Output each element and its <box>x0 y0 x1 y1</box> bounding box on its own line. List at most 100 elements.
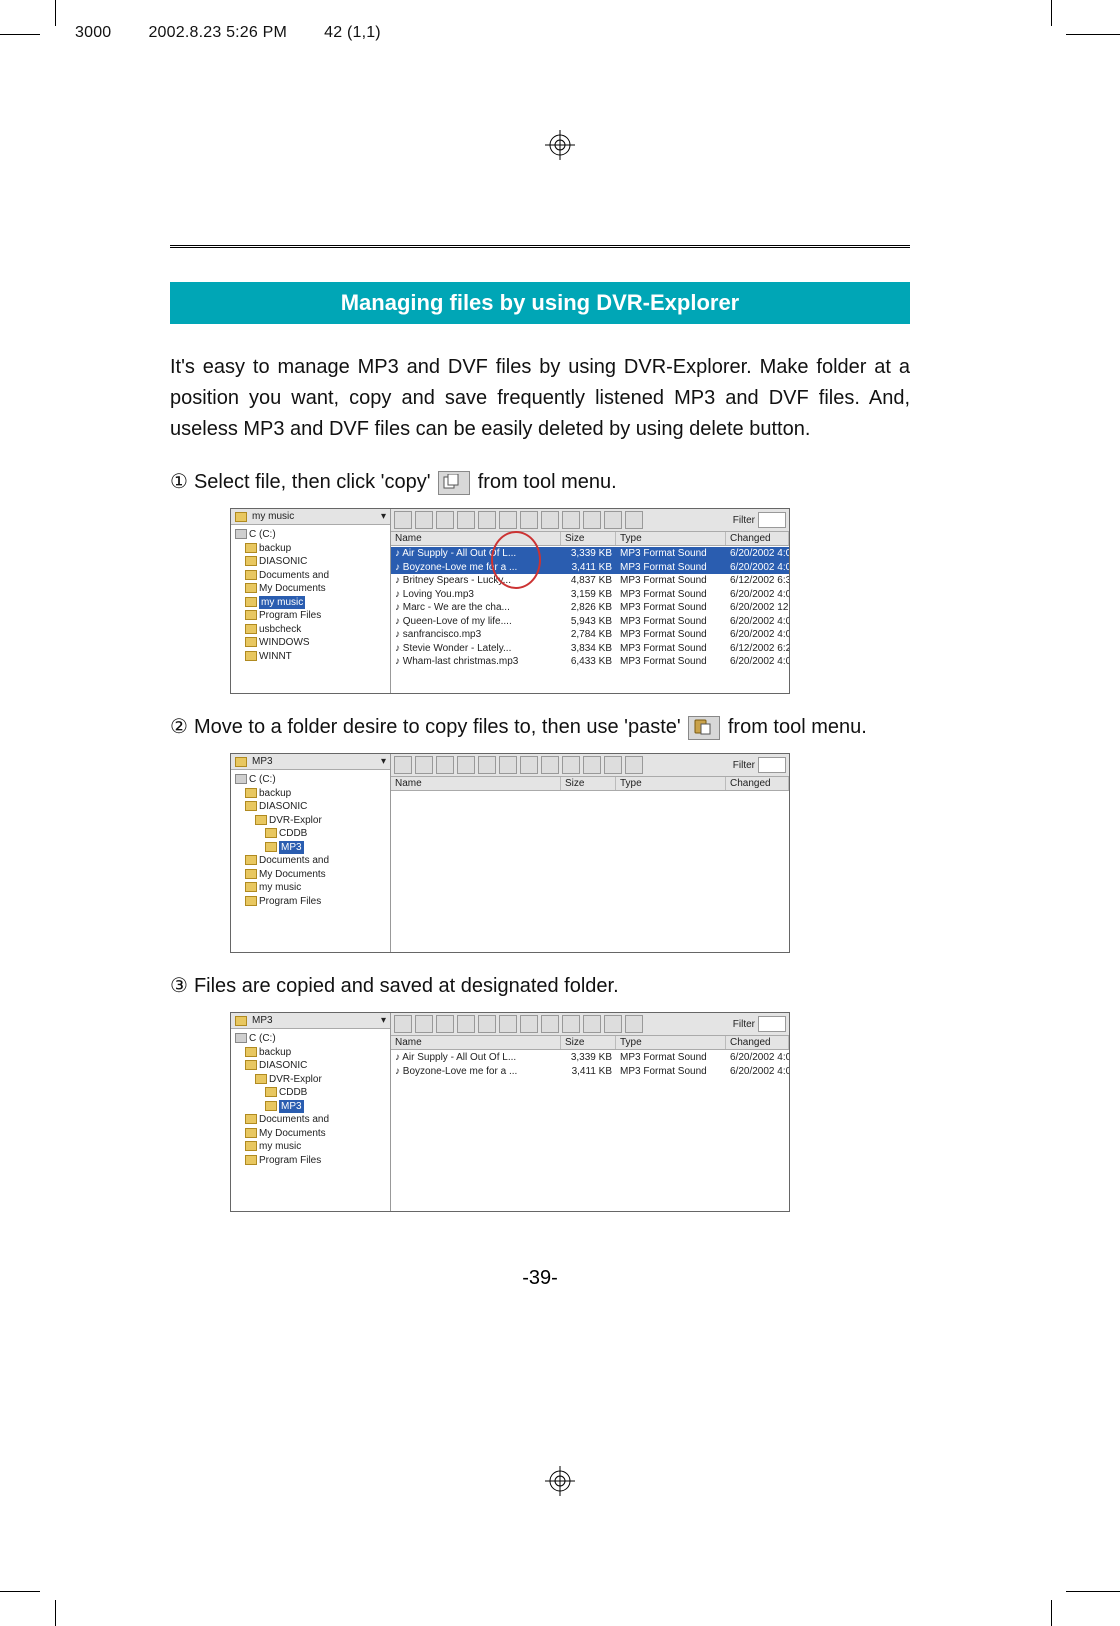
tree-node[interactable]: C (C:) <box>235 1032 386 1046</box>
toolbar-button[interactable] <box>583 756 601 774</box>
tree-node[interactable]: DIASONIC <box>235 1059 386 1073</box>
column-header-type[interactable]: Type <box>616 1036 726 1049</box>
toolbar-button[interactable] <box>520 756 538 774</box>
toolbar-button[interactable] <box>604 1015 622 1033</box>
toolbar-button[interactable] <box>394 511 412 529</box>
tree-node[interactable]: MP3 <box>235 1100 386 1114</box>
tree-node[interactable]: DVR-Explor <box>235 814 386 828</box>
file-row[interactable]: ♪ Air Supply - All Out Of L...3,339 KBMP… <box>391 547 789 561</box>
file-row[interactable]: ♪ Queen-Love of my life....5,943 KBMP3 F… <box>391 615 789 629</box>
toolbar-button[interactable] <box>436 511 454 529</box>
file-row[interactable]: ♪ Air Supply - All Out Of L...3,339 KBMP… <box>391 1051 789 1065</box>
column-header-changed[interactable]: Changed <box>726 1036 789 1049</box>
toolbar-button[interactable] <box>499 511 517 529</box>
filter-dropdown[interactable] <box>758 757 786 773</box>
toolbar-button[interactable] <box>394 756 412 774</box>
toolbar-button[interactable] <box>583 511 601 529</box>
toolbar-button[interactable] <box>415 756 433 774</box>
tree-node[interactable]: DIASONIC <box>235 800 386 814</box>
tree-node[interactable]: Documents and <box>235 1113 386 1127</box>
toolbar-button[interactable] <box>520 511 538 529</box>
tree-node[interactable]: Program Files <box>235 609 386 623</box>
toolbar-button[interactable] <box>520 1015 538 1033</box>
toolbar-button[interactable] <box>415 511 433 529</box>
filter-dropdown[interactable] <box>758 1016 786 1032</box>
tree-node[interactable]: CDDB <box>235 827 386 841</box>
column-headers[interactable]: NameSizeTypeChanged <box>391 1036 789 1050</box>
toolbar-button[interactable] <box>541 756 559 774</box>
tree-node[interactable]: my music <box>235 1140 386 1154</box>
column-header-changed[interactable]: Changed <box>726 777 789 790</box>
column-header-size[interactable]: Size <box>561 1036 616 1049</box>
tree-node[interactable]: backup <box>235 542 386 556</box>
toolbar-button[interactable] <box>604 511 622 529</box>
tree-node[interactable]: backup <box>235 1046 386 1060</box>
location-dropdown[interactable]: my music▾ <box>231 509 390 525</box>
column-header-type[interactable]: Type <box>616 532 726 545</box>
toolbar-button[interactable] <box>583 1015 601 1033</box>
toolbar-button[interactable] <box>562 1015 580 1033</box>
folder-tree[interactable]: C (C:)backupDIASONICDocuments andMy Docu… <box>231 525 390 666</box>
toolbar-button[interactable] <box>394 1015 412 1033</box>
toolbar-button[interactable] <box>436 1015 454 1033</box>
toolbar-button[interactable] <box>478 511 496 529</box>
tree-node[interactable]: DIASONIC <box>235 555 386 569</box>
toolbar-button[interactable] <box>478 1015 496 1033</box>
file-row[interactable]: ♪ Britney Spears - Lucky...4,837 KBMP3 F… <box>391 574 789 588</box>
file-list[interactable] <box>391 791 789 952</box>
file-list[interactable]: ♪ Air Supply - All Out Of L...3,339 KBMP… <box>391 1050 789 1211</box>
toolbar-button[interactable] <box>478 756 496 774</box>
file-row[interactable]: ♪ Loving You.mp33,159 KBMP3 Format Sound… <box>391 588 789 602</box>
column-header-name[interactable]: Name <box>391 532 561 545</box>
toolbar-button[interactable] <box>604 756 622 774</box>
toolbar-button[interactable] <box>625 1015 643 1033</box>
toolbar-button[interactable] <box>562 511 580 529</box>
toolbar-button[interactable] <box>625 756 643 774</box>
file-row[interactable]: ♪ Boyzone-Love me for a ...3,411 KBMP3 F… <box>391 1065 789 1079</box>
column-header-changed[interactable]: Changed <box>726 532 789 545</box>
tree-node[interactable]: Program Files <box>235 1154 386 1168</box>
column-header-type[interactable]: Type <box>616 777 726 790</box>
tree-node[interactable]: My Documents <box>235 868 386 882</box>
location-dropdown[interactable]: MP3▾ <box>231 1013 390 1029</box>
toolbar-button[interactable] <box>541 1015 559 1033</box>
tree-node[interactable]: C (C:) <box>235 528 386 542</box>
tree-node[interactable]: DVR-Explor <box>235 1073 386 1087</box>
toolbar-button[interactable] <box>625 511 643 529</box>
toolbar-button[interactable] <box>541 511 559 529</box>
file-row[interactable]: ♪ Stevie Wonder - Lately...3,834 KBMP3 F… <box>391 642 789 656</box>
toolbar-button[interactable] <box>457 1015 475 1033</box>
tree-node[interactable]: Documents and <box>235 854 386 868</box>
tree-node[interactable]: C (C:) <box>235 773 386 787</box>
tree-node[interactable]: My Documents <box>235 582 386 596</box>
tree-node[interactable]: my music <box>235 596 386 610</box>
toolbar-button[interactable] <box>415 1015 433 1033</box>
tree-node[interactable]: CDDB <box>235 1086 386 1100</box>
toolbar-button[interactable] <box>457 756 475 774</box>
file-list[interactable]: ♪ Air Supply - All Out Of L...3,339 KBMP… <box>391 546 789 693</box>
tree-node[interactable]: WINDOWS <box>235 636 386 650</box>
toolbar-button[interactable] <box>499 1015 517 1033</box>
toolbar-button[interactable] <box>457 511 475 529</box>
folder-tree[interactable]: C (C:)backupDIASONICDVR-ExplorCDDBMP3Doc… <box>231 1029 390 1170</box>
tree-node[interactable]: my music <box>235 881 386 895</box>
file-row[interactable]: ♪ Marc - We are the cha...2,826 KBMP3 Fo… <box>391 601 789 615</box>
column-header-name[interactable]: Name <box>391 1036 561 1049</box>
column-headers[interactable]: NameSizeTypeChanged <box>391 532 789 546</box>
toolbar-button[interactable] <box>562 756 580 774</box>
column-header-name[interactable]: Name <box>391 777 561 790</box>
tree-node[interactable]: WINNT <box>235 650 386 664</box>
tree-node[interactable]: Documents and <box>235 569 386 583</box>
toolbar-button[interactable] <box>436 756 454 774</box>
location-dropdown[interactable]: MP3▾ <box>231 754 390 770</box>
tree-node[interactable]: usbcheck <box>235 623 386 637</box>
file-row[interactable]: ♪ Boyzone-Love me for a ...3,411 KBMP3 F… <box>391 561 789 575</box>
tree-node[interactable]: MP3 <box>235 841 386 855</box>
folder-tree[interactable]: C (C:)backupDIASONICDVR-ExplorCDDBMP3Doc… <box>231 770 390 911</box>
tree-node[interactable]: My Documents <box>235 1127 386 1141</box>
file-row[interactable]: ♪ sanfrancisco.mp32,784 KBMP3 Format Sou… <box>391 628 789 642</box>
column-header-size[interactable]: Size <box>561 532 616 545</box>
filter-dropdown[interactable] <box>758 512 786 528</box>
column-header-size[interactable]: Size <box>561 777 616 790</box>
toolbar-button[interactable] <box>499 756 517 774</box>
